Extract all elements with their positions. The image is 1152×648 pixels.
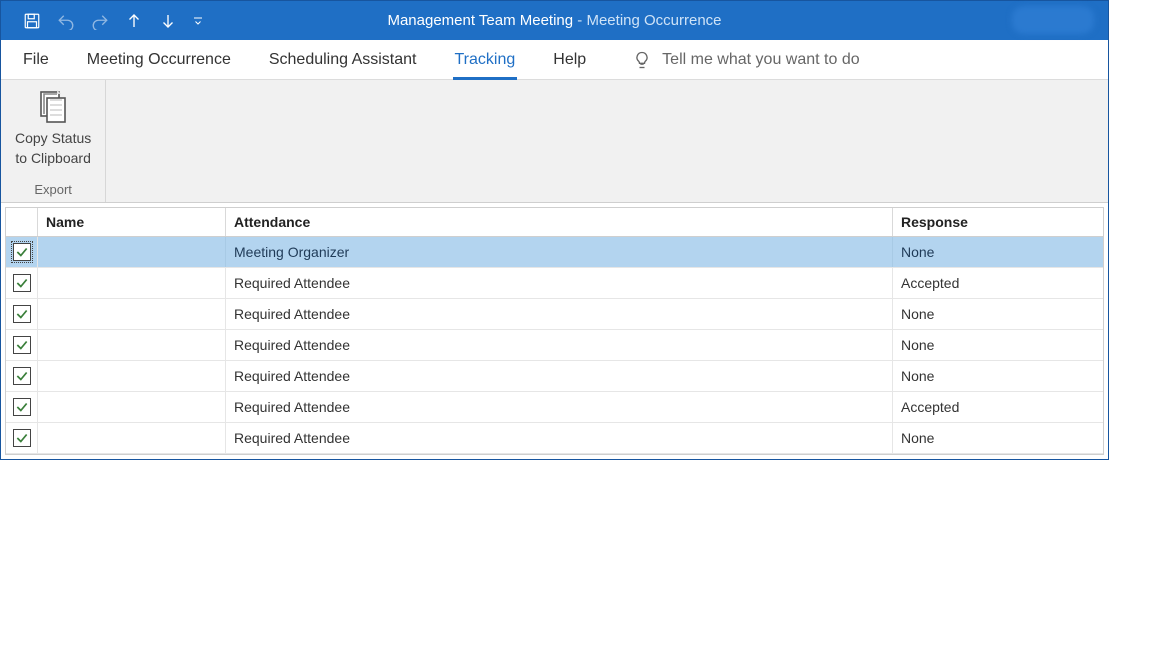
row-attendance: Required Attendee <box>226 392 893 422</box>
next-item-button[interactable] <box>157 10 179 32</box>
row-checkbox-cell[interactable] <box>6 299 38 329</box>
row-attendance: Required Attendee <box>226 330 893 360</box>
row-response: None <box>893 299 1103 329</box>
row-response: None <box>893 423 1103 453</box>
tab-scheduling-assistant[interactable]: Scheduling Assistant <box>257 40 429 79</box>
previous-item-button[interactable] <box>123 10 145 32</box>
row-attendance: Required Attendee <box>226 361 893 391</box>
customize-qat-button[interactable] <box>191 10 205 32</box>
row-checkbox[interactable] <box>13 367 31 385</box>
tell-me-input[interactable] <box>662 51 962 69</box>
column-header-name[interactable]: Name <box>38 208 226 236</box>
table-row[interactable]: Required AttendeeNone <box>6 330 1103 361</box>
row-checkbox[interactable] <box>13 336 31 354</box>
redo-button[interactable] <box>89 10 111 32</box>
row-attendance: Meeting Organizer <box>226 237 893 267</box>
tab-scheduling-assistant-label: Scheduling Assistant <box>269 51 417 69</box>
title-bar: Management Team Meeting - Meeting Occurr… <box>1 1 1108 40</box>
ribbon: Copy Status to Clipboard Export <box>1 80 1108 203</box>
row-response: None <box>893 237 1103 267</box>
row-checkbox-cell[interactable] <box>6 330 38 360</box>
tab-meeting-occurrence-label: Meeting Occurrence <box>87 51 231 69</box>
row-checkbox-cell[interactable] <box>6 361 38 391</box>
title-separator: - <box>573 12 586 29</box>
table-row[interactable]: Meeting OrganizerNone <box>6 237 1103 268</box>
outlook-meeting-window: Management Team Meeting - Meeting Occurr… <box>0 0 1109 460</box>
row-checkbox-cell[interactable] <box>6 392 38 422</box>
tab-meeting-occurrence[interactable]: Meeting Occurrence <box>75 40 243 79</box>
row-checkbox[interactable] <box>13 274 31 292</box>
tab-tracking-label: Tracking <box>455 51 516 69</box>
save-button[interactable] <box>21 10 43 32</box>
table-row[interactable]: Required AttendeeNone <box>6 423 1103 454</box>
grid-header: Name Attendance Response <box>6 208 1103 237</box>
column-header-check[interactable] <box>6 208 38 236</box>
title-context: Meeting Occurrence <box>586 12 721 29</box>
row-attendance: Required Attendee <box>226 423 893 453</box>
tracking-grid: Name Attendance Response Meeting Organiz… <box>5 207 1104 455</box>
tell-me-search[interactable] <box>612 40 962 79</box>
title-meeting-name: Management Team Meeting <box>387 12 573 29</box>
row-attendance: Required Attendee <box>226 299 893 329</box>
ribbon-group-label-export: Export <box>34 182 72 200</box>
row-name <box>38 392 226 422</box>
ribbon-tabs: File Meeting Occurrence Scheduling Assis… <box>1 40 1108 80</box>
tab-file[interactable]: File <box>11 40 61 79</box>
row-checkbox-cell[interactable] <box>6 237 38 267</box>
copy-status-label-2: to Clipboard <box>15 149 91 167</box>
row-checkbox[interactable] <box>13 305 31 323</box>
row-checkbox[interactable] <box>13 243 31 261</box>
row-name <box>38 361 226 391</box>
ribbon-group-export: Copy Status to Clipboard Export <box>1 80 106 202</box>
row-name <box>38 423 226 453</box>
row-checkbox[interactable] <box>13 429 31 447</box>
grid-body: Meeting OrganizerNoneRequired AttendeeAc… <box>6 237 1103 454</box>
row-checkbox-cell[interactable] <box>6 268 38 298</box>
copy-icon <box>33 88 73 127</box>
tab-help[interactable]: Help <box>541 40 598 79</box>
row-name <box>38 299 226 329</box>
tab-tracking[interactable]: Tracking <box>443 40 528 79</box>
table-row[interactable]: Required AttendeeAccepted <box>6 268 1103 299</box>
tab-help-label: Help <box>553 51 586 69</box>
table-row[interactable]: Required AttendeeNone <box>6 299 1103 330</box>
row-attendance: Required Attendee <box>226 268 893 298</box>
copy-status-to-clipboard-button[interactable]: Copy Status to Clipboard <box>15 86 91 167</box>
column-header-response[interactable]: Response <box>893 208 1103 236</box>
quick-access-toolbar <box>1 1 205 40</box>
lightbulb-icon <box>632 50 652 70</box>
row-name <box>38 330 226 360</box>
row-name <box>38 268 226 298</box>
row-checkbox[interactable] <box>13 398 31 416</box>
tracking-grid-container: Name Attendance Response Meeting Organiz… <box>1 203 1108 459</box>
table-row[interactable]: Required AttendeeNone <box>6 361 1103 392</box>
table-row[interactable]: Required AttendeeAccepted <box>6 392 1103 423</box>
row-response: Accepted <box>893 392 1103 422</box>
row-checkbox-cell[interactable] <box>6 423 38 453</box>
copy-status-label-1: Copy Status <box>15 129 91 147</box>
row-response: None <box>893 330 1103 360</box>
column-header-attendance[interactable]: Attendance <box>226 208 893 236</box>
tab-file-label: File <box>23 51 49 69</box>
row-response: Accepted <box>893 268 1103 298</box>
row-response: None <box>893 361 1103 391</box>
row-name <box>38 237 226 267</box>
undo-button[interactable] <box>55 10 77 32</box>
account-indicator <box>1012 6 1094 34</box>
